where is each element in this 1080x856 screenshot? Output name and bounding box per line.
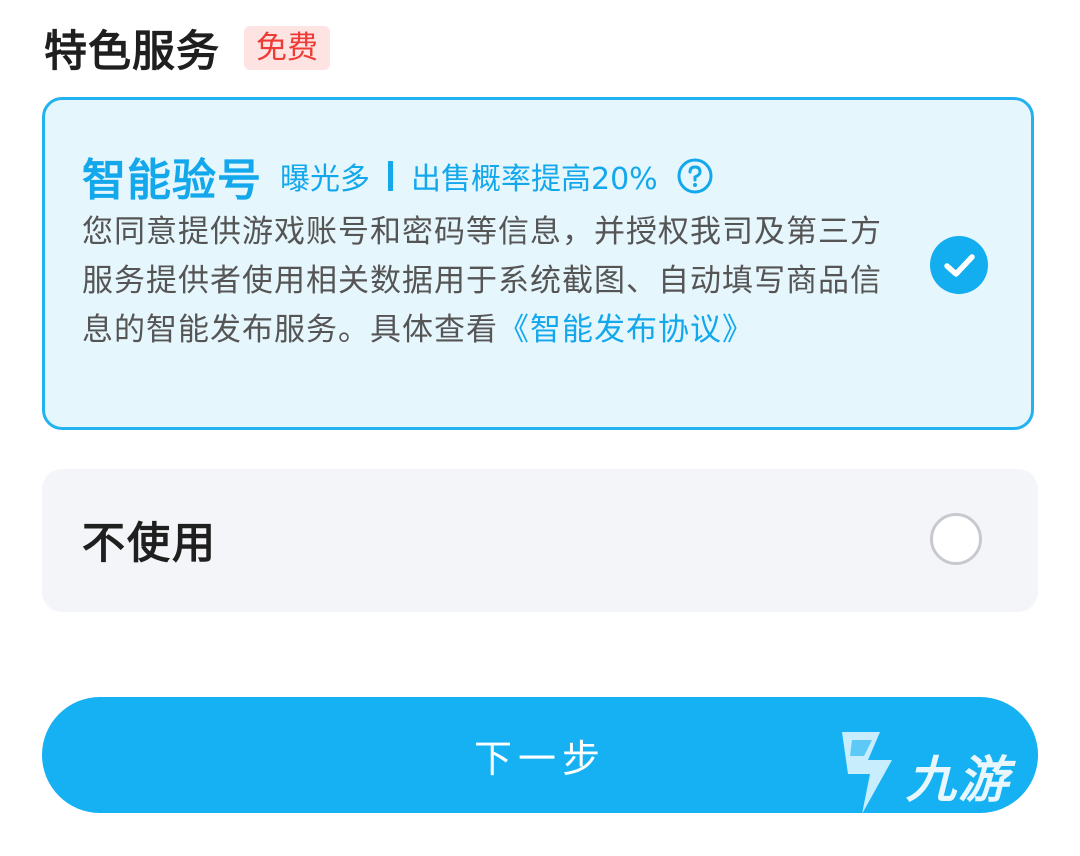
section-header: 特色服务 免费 <box>44 18 330 78</box>
description-text: 您同意提供游戏账号和密码等信息，并授权我司及第三方服务提供者使用相关数据用于系统… <box>82 214 882 348</box>
agreement-link[interactable]: 《智能发布协议》 <box>498 312 754 348</box>
section-title: 特色服务 <box>44 27 220 77</box>
option-label: 不使用 <box>82 519 217 569</box>
jiuyou-watermark-logo: 九游 <box>822 712 1052 822</box>
radio-unchecked-icon[interactable] <box>930 513 982 565</box>
option-header: 智能验号 曝光多 出售概率提高20% <box>82 144 714 208</box>
sale-rate-tag: 出售概率提高20% <box>411 162 658 197</box>
checked-icon[interactable] <box>930 236 988 294</box>
tag-divider <box>388 161 393 191</box>
free-badge: 免费 <box>244 26 330 70</box>
option-not-use[interactable]: 不使用 <box>42 469 1038 612</box>
exposure-tag: 曝光多 <box>280 162 370 197</box>
option-smart-verify[interactable]: 智能验号 曝光多 出售概率提高20% 您同意提供游戏账号和密码等信息，并授权我司… <box>42 97 1034 430</box>
option-title: 智能验号 <box>82 155 262 206</box>
option-description: 您同意提供游戏账号和密码等信息，并授权我司及第三方服务提供者使用相关数据用于系统… <box>82 208 882 355</box>
watermark-text: 九游 <box>906 751 1010 809</box>
question-icon[interactable] <box>676 157 714 195</box>
